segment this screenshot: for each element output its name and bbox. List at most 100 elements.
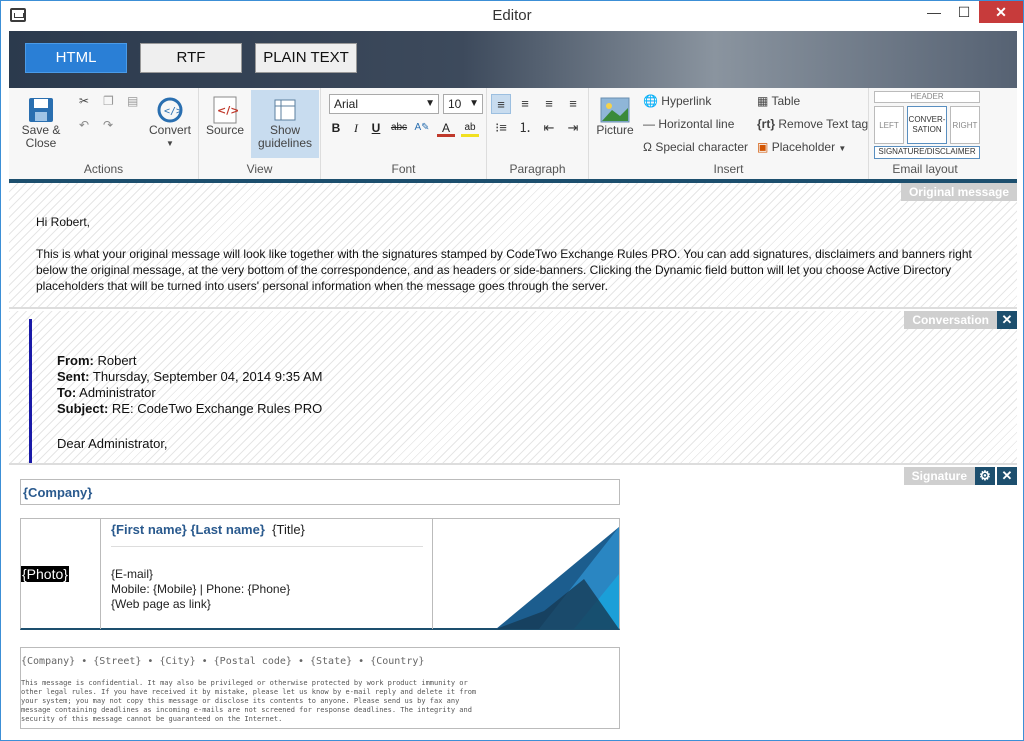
picture-icon: [600, 97, 630, 123]
conversation-greeting: Dear Administrator,: [57, 436, 168, 451]
copy-icon[interactable]: ❐: [103, 94, 114, 108]
editor-canvas[interactable]: Original message Hi Robert, This is what…: [9, 183, 1017, 736]
italic-button[interactable]: I: [347, 119, 365, 137]
clear-format-icon[interactable]: A✎: [413, 119, 431, 137]
view-group-label: View: [246, 162, 273, 176]
globe-icon: 🌐: [643, 94, 658, 108]
table-icon: ▦: [757, 94, 769, 108]
chevron-down-icon: ▼: [425, 98, 435, 109]
font-size-select[interactable]: 10 ▼: [443, 94, 483, 114]
font-group: Arial ▼ 10 ▼ B I U abc A✎ A ab Font: [321, 88, 487, 179]
font-family-select[interactable]: Arial ▼: [329, 94, 439, 114]
placeholder-button[interactable]: ▣ Placeholder ▼: [757, 140, 846, 154]
layout-conversation-button[interactable]: CONVER- SATION: [907, 106, 947, 144]
photo-cell: {Photo}: [21, 519, 101, 629]
numbered-list-icon[interactable]: ⒈: [515, 118, 535, 138]
source-button[interactable]: </> Source: [205, 96, 245, 137]
decrease-indent-icon[interactable]: ⇤: [539, 118, 559, 138]
paragraph-group-label: Paragraph: [509, 162, 566, 176]
font-color-icon[interactable]: A: [437, 119, 455, 137]
mode-html-button[interactable]: HTML: [25, 43, 127, 73]
email-placeholder: {E-mail}: [111, 567, 154, 581]
save-icon: [29, 98, 53, 122]
svg-text:</>: </>: [164, 106, 182, 117]
disclaimer-text: This message is confidential. It may als…: [21, 679, 477, 723]
banner-graphic: [496, 527, 619, 629]
view-group: </> Source Show guidelines View: [199, 88, 321, 179]
justify-icon[interactable]: ≡: [563, 94, 583, 114]
close-button[interactable]: ✕: [979, 1, 1023, 23]
layout-header-button[interactable]: HEADER: [874, 91, 980, 103]
phones-placeholder: Mobile: {Mobile} | Phone: {Phone}: [111, 582, 291, 596]
original-body: This is what your original message will …: [36, 247, 972, 293]
cut-icon[interactable]: ✂: [79, 94, 89, 108]
original-message-tag: Original message: [900, 183, 1017, 201]
convert-button[interactable]: </> Convert ▼: [147, 96, 193, 150]
signature-footer[interactable]: {Company} • {Street} • {City} • {Postal …: [20, 647, 620, 729]
special-character-button[interactable]: Ω Special character: [643, 140, 748, 154]
name-placeholder: {First name} {Last name}: [111, 522, 265, 537]
bold-button[interactable]: B: [327, 119, 345, 137]
picture-button[interactable]: Picture: [595, 96, 635, 137]
align-left-icon[interactable]: ≡: [491, 94, 511, 114]
redo-icon[interactable]: ↷: [103, 118, 113, 132]
title-bar: Editor — ☐ ✕: [1, 1, 1023, 31]
strikethrough-button[interactable]: abc: [387, 119, 411, 137]
maximize-button[interactable]: ☐: [951, 1, 977, 23]
mode-plain-text-button[interactable]: PLAIN TEXT: [255, 43, 357, 73]
format-mode-bar: HTML RTF PLAIN TEXT: [9, 31, 1017, 88]
original-message-section: Original message Hi Robert, This is what…: [9, 183, 1017, 309]
guidelines-icon: [274, 99, 296, 121]
remove-text-tag-button[interactable]: {rt} Remove Text tag: [757, 117, 868, 131]
show-guidelines-button[interactable]: Show guidelines: [251, 90, 319, 158]
underline-button[interactable]: U: [367, 119, 385, 137]
email-layout-group: HEADER LEFT CONVER- SATION RIGHT SIGNATU…: [869, 88, 981, 179]
address-placeholder: {Company} • {Street} • {City} • {Postal …: [21, 656, 425, 667]
rt-tag-icon: {rt}: [757, 117, 776, 131]
font-group-label: Font: [391, 162, 416, 176]
insert-group-label: Insert: [713, 162, 744, 176]
window-title: Editor: [492, 7, 532, 24]
signature-tag: Signature: [903, 467, 975, 485]
layout-left-button[interactable]: LEFT: [874, 106, 904, 144]
signature-company-row[interactable]: {Company}: [20, 479, 620, 505]
save-close-button[interactable]: Save & Close: [17, 96, 65, 150]
table-button[interactable]: ▦ Table: [757, 94, 800, 108]
actions-group: Save & Close ✂ ❐ ▤ ↶ ↷ </> Convert ▼ Act…: [9, 88, 199, 179]
align-center-icon[interactable]: ≡: [515, 94, 535, 114]
signature-main-table[interactable]: {Photo} {First name} {Last name} {Title}…: [20, 518, 620, 630]
undo-icon[interactable]: ↶: [79, 118, 89, 132]
actions-group-label: Actions: [83, 162, 124, 176]
chevron-down-icon: ▼: [838, 144, 847, 153]
special-char-icon: Ω: [643, 140, 652, 154]
hyperlink-button[interactable]: 🌐 Hyperlink: [643, 94, 711, 108]
bullet-list-icon[interactable]: ⁝≡: [491, 118, 511, 138]
layout-signature-button[interactable]: SIGNATURE/DISCLAIMER: [874, 146, 980, 159]
align-right-icon[interactable]: ≡: [539, 94, 559, 114]
email-layout-group-label: Email layout: [892, 162, 958, 176]
horizontal-line-button[interactable]: — Horizontal line: [643, 117, 734, 131]
highlight-icon[interactable]: ab: [461, 119, 479, 137]
layout-right-button[interactable]: RIGHT: [950, 106, 980, 144]
conversation-section: Conversation ✕ From: Robert Sent: Thursd…: [9, 311, 1017, 465]
convert-icon: </>: [157, 97, 183, 123]
subject-line: Subject: RE: CodeTwo Exchange Rules PRO: [57, 401, 323, 416]
svg-text:</>: </>: [217, 104, 238, 117]
settings-gear-icon[interactable]: ⚙: [975, 467, 995, 485]
editor-window: Editor — ☐ ✕ HTML RTF PLAIN TEXT Save & …: [0, 0, 1024, 741]
mode-rtf-button[interactable]: RTF: [140, 43, 242, 73]
signature-section: Signature ⚙ ✕ {Company} {Photo} {First n…: [9, 467, 1017, 736]
conversation-tag: Conversation: [904, 311, 997, 329]
company-placeholder: {Company}: [23, 485, 93, 500]
paste-icon[interactable]: ▤: [127, 94, 138, 108]
contact-cell: {First name} {Last name} {Title} {E-mail…: [101, 519, 433, 629]
from-line: From: Robert: [57, 353, 137, 368]
quote-bar: [29, 319, 32, 463]
increase-indent-icon[interactable]: ⇥: [563, 118, 583, 138]
web-placeholder: {Web page as link}: [111, 597, 211, 611]
chevron-down-icon: ▼: [469, 98, 479, 109]
remove-conversation-icon[interactable]: ✕: [997, 311, 1017, 329]
remove-signature-icon[interactable]: ✕: [997, 467, 1017, 485]
to-line: To: Administrator: [57, 385, 156, 400]
minimize-button[interactable]: —: [921, 1, 947, 23]
